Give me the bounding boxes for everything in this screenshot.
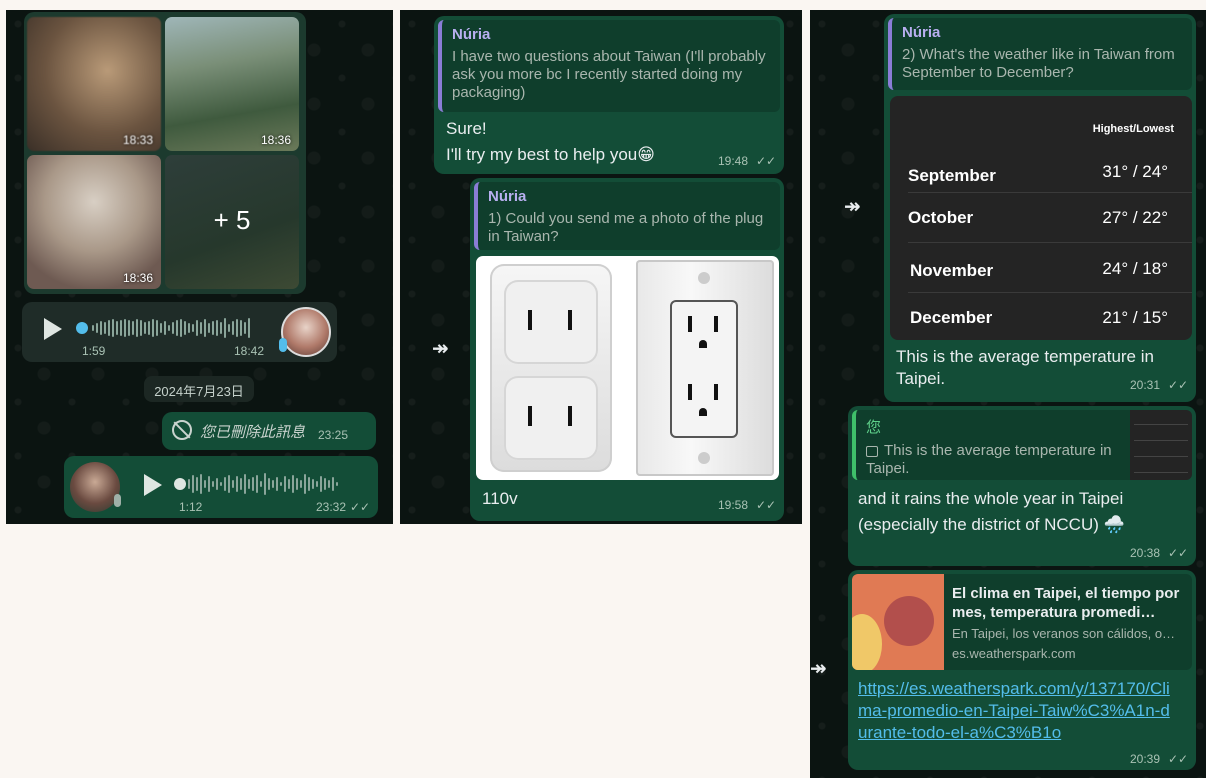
quote-text: 1) Could you send me a photo of the plug… [488,210,764,245]
socket [670,300,738,438]
message-time: 20:39 [1130,752,1161,766]
link-description: En Taipei, los veranos son cálidos, o… [952,626,1176,641]
link-url[interactable]: https://es.weatherspark.com/y/137170/Cli… [858,678,1178,744]
outlet-us [636,260,774,476]
message-time: 20:31 [1130,378,1161,392]
weather-table[interactable]: Highest/Lowest September 31° / 24° Octob… [890,96,1192,340]
message-text: Sure! [446,119,487,138]
read-receipt-icon: ✓✓ [1168,752,1189,766]
month-label: December [910,308,993,327]
message-time: 20:38 [1130,546,1161,560]
voice-message[interactable]: 1:12 23:32 ✓✓ [64,456,378,518]
quote-text: This is the average temperature in Taipe… [866,442,1112,477]
date-chip: 2024年7月23日 [144,376,254,402]
message-bubble[interactable]: Núria 1) Could you send me a photo of th… [470,178,784,521]
photo-thumbnail[interactable]: 18:36 [27,155,161,289]
deleted-message[interactable]: 您已刪除此訊息 23:25 [162,412,376,450]
forward-icon[interactable]: ↠ [810,656,827,681]
table-header: Highest/Lowest [1092,123,1174,135]
divider [908,292,1192,293]
temperature-value: 31° / 24° [1102,162,1168,181]
read-receipt-icon: ✓✓ [756,498,777,512]
month-label: November [910,261,994,280]
read-receipt-icon: ✓✓ [1168,378,1189,392]
message-time: 23:32 [316,500,347,514]
month-label: October [908,208,974,227]
playback-dot[interactable] [76,322,88,334]
quoted-message[interactable]: Núria 1) Could you send me a photo of th… [474,182,780,250]
playback-dot[interactable] [174,478,186,490]
photo-time: 18:33 [122,133,153,147]
link-preview[interactable]: El clima en Taipei, el tiempo por mes, t… [852,574,1192,670]
microphone-icon [114,494,121,507]
socket [504,376,598,460]
forward-icon[interactable]: ↠ [844,194,861,219]
link-title: El clima en Taipei, el tiempo por mes, t… [952,585,1180,621]
photo-time: 18:36 [260,133,291,147]
photo-album-bubble[interactable]: 18:33 18:36 18:36 + 5 [24,12,306,294]
quote-author: 您 [866,419,882,436]
message-bubble[interactable]: Núria I have two questions about Taiwan … [434,16,784,174]
photo-caption: 110v [482,489,518,508]
more-photos-tile[interactable]: + 5 [165,155,299,289]
photo-thumbnail[interactable]: 18:33 [27,17,161,151]
plug-photo[interactable] [476,256,779,480]
microphone-icon [279,338,287,352]
deleted-text: 您已刪除此訊息 [200,424,306,441]
voice-waveform[interactable] [92,315,262,341]
forward-icon[interactable]: ↠ [432,336,449,361]
quote-author: Núria [452,26,491,43]
temperature-value: 24° / 18° [1102,259,1168,278]
read-receipt-icon: ✓✓ [756,154,777,168]
temperature-value: 27° / 22° [1102,208,1168,227]
message-bubble[interactable]: Núria 2) What's the weather like in Taiw… [884,14,1196,402]
quote-text: 2) What's the weather like in Taiwan fro… [902,46,1175,81]
more-photos-count: + 5 [213,205,251,235]
quoted-message[interactable]: Núria 2) What's the weather like in Taiw… [888,18,1192,90]
temperature-value: 21° / 15° [1102,308,1168,327]
quote-author: Núria [902,24,941,41]
message-bubble[interactable]: El clima en Taipei, el tiempo por mes, t… [848,570,1196,770]
screw [698,272,710,284]
quote-thumbnail [1130,410,1192,480]
voice-duration: 1:12 [179,500,203,514]
quote-text: I have two questions about Taiwan (I'll … [452,48,766,101]
avatar[interactable] [281,307,331,357]
message-time: 18:42 [234,344,265,358]
quoted-message[interactable]: Núria I have two questions about Taiwan … [438,20,780,112]
link-thumbnail [852,574,944,670]
outlet-japanese [490,264,612,472]
read-receipt-icon: ✓✓ [350,500,371,514]
message-time: 19:48 [718,154,749,168]
play-icon[interactable] [144,474,162,496]
divider [908,242,1192,243]
month-label: September [908,166,996,185]
avatar[interactable] [70,462,120,512]
message-text: I'll try my best to help you😁 [446,145,655,164]
screw [698,452,710,464]
chat-panel-1: 18:33 18:36 18:36 + 5 1:59 18:42 2024年7月… [6,10,393,524]
link-domain: es.weatherspark.com [952,646,1076,661]
message-time: 23:25 [318,428,349,442]
photo-time: 18:36 [122,271,153,285]
chat-panel-2: Núria I have two questions about Taiwan … [400,10,802,524]
socket [504,280,598,364]
voice-duration: 1:59 [82,344,106,358]
quote-author: Núria [488,188,527,205]
divider [908,192,1192,193]
message-bubble[interactable]: 您 This is the average temperature in Tai… [848,406,1196,566]
play-icon[interactable] [44,318,62,340]
voice-waveform[interactable] [188,471,364,497]
photo-thumbnail[interactable]: 18:36 [165,17,299,151]
message-text: and it rains the whole year in Taipei (e… [858,489,1125,534]
chat-panel-3: ↠ Núria 2) What's the weather like in Ta… [810,10,1206,778]
quoted-message[interactable]: 您 This is the average temperature in Tai… [852,410,1192,480]
message-time: 19:58 [718,498,749,512]
read-receipt-icon: ✓✓ [1168,546,1189,560]
date-chip-label: 2024年7月23日 [154,384,244,399]
